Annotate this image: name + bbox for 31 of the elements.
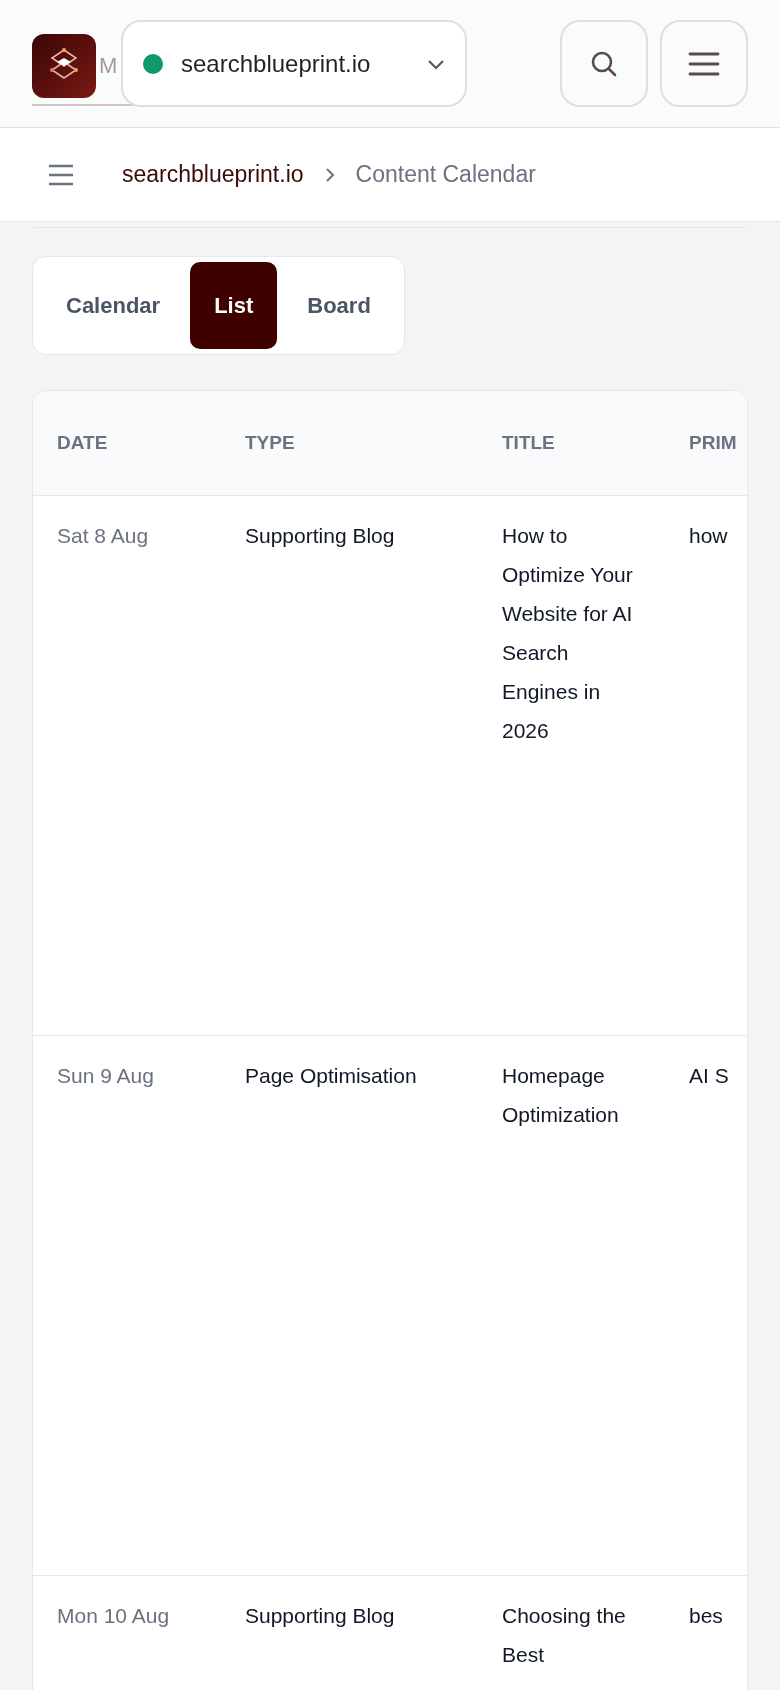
- column-header: TITLE: [502, 432, 556, 454]
- date-cell-text: Mon 10 Aug: [57, 1603, 171, 1629]
- logo-icon: [32, 33, 96, 98]
- sidebar-toggle-icon[interactable]: [48, 163, 74, 186]
- type-cell-text: Supporting Blog: [245, 523, 396, 549]
- table-cell-text: AI S: [689, 1063, 730, 1089]
- breadcrumb-link[interactable]: searchblueprint.io: [122, 161, 304, 188]
- chevron-down-icon: [427, 57, 445, 70]
- menu-button[interactable]: [660, 20, 748, 107]
- title-cell-text: How to Optimize Your Website for AI Search Engines in 2026: [502, 523, 634, 744]
- status-dot-icon: [143, 53, 163, 74]
- breadcrumb-current: Content Calendar: [355, 161, 536, 188]
- type-cell-text: Supporting Blog: [245, 1603, 396, 1629]
- view-tab[interactable]: Board: [279, 262, 399, 349]
- table-cell-text: bes: [689, 1603, 724, 1629]
- menu-icon: [688, 50, 720, 77]
- search-button[interactable]: [560, 20, 648, 107]
- column-header: PRIM: [689, 432, 738, 454]
- view-tab[interactable]: Calendar: [38, 262, 189, 349]
- view-tab[interactable]: List: [190, 262, 278, 349]
- title-cell-text: Choosing the Best: [502, 1603, 627, 1668]
- site-selector[interactable]: searchblueprint.io: [121, 20, 467, 107]
- table-cell-text: how: [689, 523, 729, 549]
- title-cell-text: Homepage Optimization: [502, 1063, 620, 1128]
- chevron-right-icon: [323, 165, 336, 184]
- column-header: DATE: [57, 432, 109, 454]
- column-header: TYPE: [245, 432, 296, 454]
- type-cell-text: Page Optimisation: [245, 1063, 418, 1089]
- brand-name: M: [99, 52, 118, 79]
- date-cell-text: Sat 8 Aug: [57, 523, 150, 549]
- date-cell-text: Sun 9 Aug: [57, 1063, 155, 1089]
